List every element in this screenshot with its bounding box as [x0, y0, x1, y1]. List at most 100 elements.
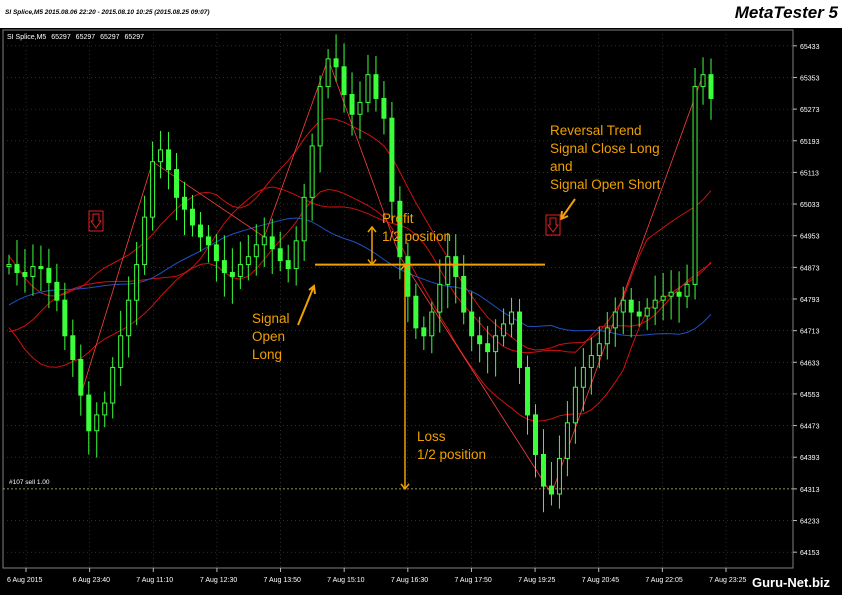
candle-body: [509, 311, 515, 325]
candle-body: [237, 264, 243, 277]
candle-body: [445, 256, 451, 285]
x-tick-label: 7 Aug 19:25: [518, 577, 555, 584]
candle-body: [389, 117, 395, 202]
candle-body: [485, 343, 491, 353]
reversal-line2: Signal Close Long: [550, 141, 660, 156]
candle-body: [142, 216, 148, 266]
reversal-line3: and: [550, 159, 573, 174]
reversal-line1: Reversal Trend: [550, 123, 642, 138]
candle-body: [636, 311, 642, 317]
candle-body: [548, 485, 554, 495]
candle-body: [580, 366, 586, 388]
candle-body: [644, 307, 650, 317]
candle-body: [325, 58, 331, 88]
candle-body: [708, 74, 714, 99]
candle-body: [54, 281, 60, 301]
y-tick-label: 64793: [800, 297, 820, 304]
y-tick-label: 64473: [800, 424, 820, 431]
y-tick-label: 65273: [800, 107, 820, 114]
candle-body: [189, 208, 195, 226]
x-tick-label: 7 Aug 20:45: [582, 577, 619, 584]
profit-label: Profit: [382, 211, 414, 226]
candle-body: [429, 311, 435, 337]
profit-annotation: Profit 1/2 position: [382, 210, 451, 246]
brand-title: MetaTester 5: [734, 3, 838, 22]
candle-body: [341, 66, 347, 95]
candle-body: [692, 86, 698, 285]
candle-body: [588, 355, 594, 368]
y-tick-label: 64873: [800, 265, 820, 272]
candle-body: [317, 86, 323, 147]
price-chart[interactable]: 65433 65353 65273 65193 65113 65033 64953 64873…: [0, 28, 842, 595]
candle-body: [6, 264, 12, 268]
x-tick-label: 7 Aug 11:10: [136, 577, 173, 584]
candle-body: [373, 74, 379, 99]
candle-body: [269, 236, 275, 250]
candle-body: [94, 414, 100, 432]
watermark: Guru-Net.biz: [752, 575, 830, 590]
candle-body: [118, 335, 124, 368]
candle-body: [469, 311, 475, 337]
y-tick-label: 64553: [800, 392, 820, 399]
candle-body: [126, 299, 132, 337]
x-tick-label: 7 Aug 15:10: [327, 577, 364, 584]
candle-body: [517, 311, 523, 368]
candle-body: [540, 453, 546, 487]
candle-body: [221, 260, 227, 273]
candle-body: [205, 236, 211, 246]
candle-body: [525, 366, 531, 416]
loss-size: 1/2 position: [417, 447, 487, 462]
y-tick-label: 64633: [800, 360, 820, 367]
candle-body: [293, 240, 299, 270]
candle-body: [174, 169, 180, 198]
x-tick-label: 6 Aug 2015: [7, 577, 43, 584]
window-title-bar: SI Splice,M5 2015.08.06 22:20 - 2015.08.…: [0, 0, 842, 28]
candle-body: [158, 149, 164, 163]
candle-body: [62, 299, 68, 337]
candle-body: [134, 264, 140, 301]
candle-body: [572, 386, 578, 424]
candle-body: [261, 236, 267, 246]
y-tick-label: 65353: [800, 75, 820, 82]
y-tick-label: 64233: [800, 519, 820, 526]
candle-body: [14, 264, 20, 273]
close-value: 65297: [124, 34, 144, 41]
low-value: 65297: [100, 34, 120, 41]
candle-body: [612, 311, 618, 329]
x-tick-label: 7 Aug 17:50: [454, 577, 491, 584]
candle-body: [365, 74, 371, 103]
candle-body: [564, 422, 570, 459]
candle-body: [30, 266, 36, 277]
candle-body: [38, 266, 44, 270]
reversal-line4: Signal Open Short: [550, 177, 661, 192]
candle-body: [182, 196, 187, 210]
candle-body: [166, 149, 172, 171]
candle-body: [620, 299, 626, 313]
y-tick-label: 65193: [800, 139, 820, 146]
signal-long-line1: Signal: [252, 311, 290, 326]
signal-long-line2: Open: [252, 329, 286, 344]
candle-body: [46, 268, 52, 283]
candle-body: [197, 224, 203, 238]
candle-body: [604, 327, 610, 345]
x-tick-label: 6 Aug 23:40: [73, 577, 110, 584]
x-tick-label: 7 Aug 16:30: [391, 577, 428, 584]
candle-body: [413, 295, 419, 329]
signal-long-line3: Long: [252, 347, 283, 362]
y-tick-label: 65113: [800, 170, 819, 177]
date-range-text: SI Splice,M5 2015.08.06 22:20 - 2015.08.…: [5, 9, 210, 16]
candle-body: [493, 335, 499, 353]
x-tick-label: 7 Aug 12:30: [200, 577, 237, 584]
high-value: 65297: [75, 34, 96, 41]
candle-body: [245, 256, 251, 266]
candle-body: [213, 244, 219, 262]
candle-body: [453, 256, 459, 277]
loss-annotation: Loss 1/2 position: [417, 428, 486, 464]
reversal-annotation: Reversal Trend Signal Close Long and Sig…: [550, 122, 660, 194]
candle-body: [253, 244, 259, 258]
chart-header: SI Splice,M5 65297 65297 65297 65297: [7, 34, 147, 41]
candle-body: [333, 58, 339, 68]
candle-body: [102, 402, 108, 416]
y-tick-label: 65433: [800, 44, 820, 51]
candle-body: [277, 248, 283, 262]
